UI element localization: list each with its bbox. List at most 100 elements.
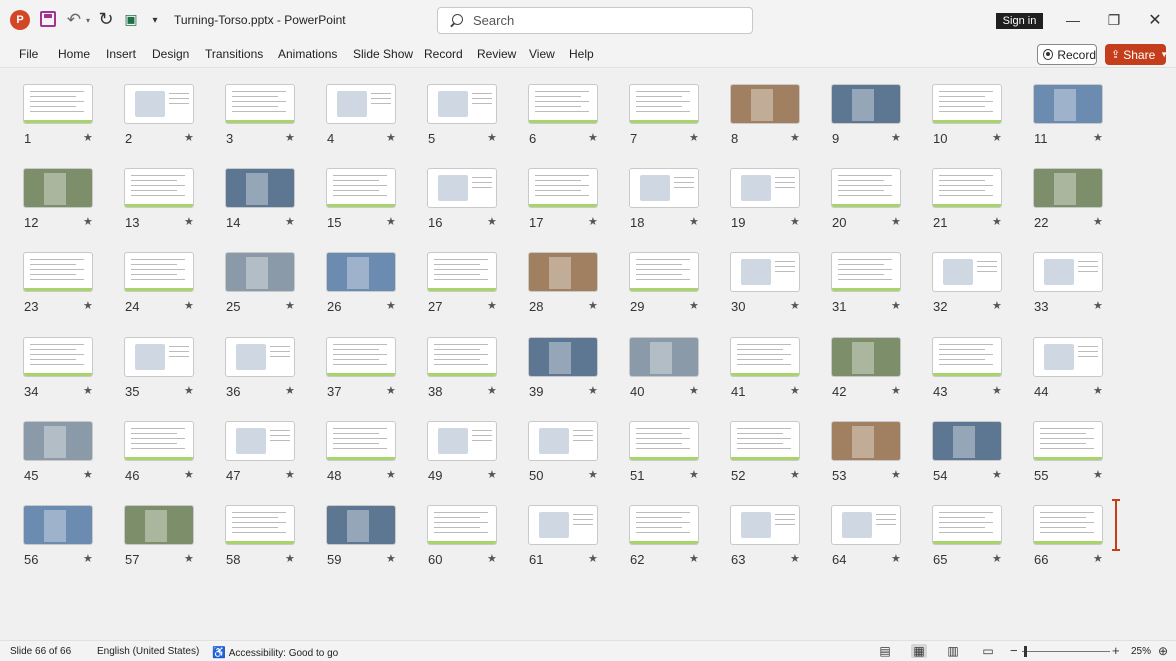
slide-thumbnail[interactable]: 43 ★ xyxy=(932,337,1022,399)
slide-thumbnail[interactable]: 5 ★ xyxy=(427,84,517,146)
animation-star-icon[interactable]: ★ xyxy=(1093,131,1103,144)
animation-star-icon[interactable]: ★ xyxy=(1093,552,1103,565)
animation-star-icon[interactable]: ★ xyxy=(790,468,800,481)
animation-star-icon[interactable]: ★ xyxy=(386,384,396,397)
tab-file[interactable]: File xyxy=(19,47,38,61)
slide-preview[interactable] xyxy=(629,84,699,124)
slide-preview[interactable] xyxy=(23,505,93,545)
slide-thumbnail[interactable]: 28 ★ xyxy=(528,252,618,314)
slide-preview[interactable] xyxy=(528,168,598,208)
slide-preview[interactable] xyxy=(932,252,1002,292)
animation-star-icon[interactable]: ★ xyxy=(285,299,295,312)
redo-icon[interactable]: ↻ xyxy=(96,9,116,29)
animation-star-icon[interactable]: ★ xyxy=(992,131,1002,144)
tab-record[interactable]: Record xyxy=(424,47,463,61)
slide-thumbnail[interactable]: 57 ★ xyxy=(124,505,214,567)
animation-star-icon[interactable]: ★ xyxy=(588,131,598,144)
slide-preview[interactable] xyxy=(528,505,598,545)
slide-thumbnail[interactable]: 58 ★ xyxy=(225,505,315,567)
tab-transitions[interactable]: Transitions xyxy=(205,47,263,61)
slide-preview[interactable] xyxy=(225,168,295,208)
tab-design[interactable]: Design xyxy=(152,47,189,61)
animation-star-icon[interactable]: ★ xyxy=(386,299,396,312)
slide-thumbnail[interactable]: 23 ★ xyxy=(23,252,113,314)
slide-preview[interactable] xyxy=(427,337,497,377)
slide-thumbnail[interactable]: 54 ★ xyxy=(932,421,1022,483)
slide-thumbnail[interactable]: 48 ★ xyxy=(326,421,416,483)
animation-star-icon[interactable]: ★ xyxy=(588,552,598,565)
slide-preview[interactable] xyxy=(1033,84,1103,124)
animation-star-icon[interactable]: ★ xyxy=(285,384,295,397)
animation-star-icon[interactable]: ★ xyxy=(83,384,93,397)
animation-star-icon[interactable]: ★ xyxy=(487,384,497,397)
slide-thumbnail[interactable]: 66 ★ xyxy=(1033,505,1123,567)
slide-preview[interactable] xyxy=(124,337,194,377)
animation-star-icon[interactable]: ★ xyxy=(790,299,800,312)
slide-preview[interactable] xyxy=(528,84,598,124)
animation-star-icon[interactable]: ★ xyxy=(386,131,396,144)
slide-preview[interactable] xyxy=(23,168,93,208)
slide-preview[interactable] xyxy=(730,337,800,377)
search-input[interactable] xyxy=(473,13,743,28)
slide-preview[interactable] xyxy=(124,421,194,461)
share-button[interactable]: ⇪ Share ▼ xyxy=(1105,44,1168,65)
slide-thumbnail[interactable]: 65 ★ xyxy=(932,505,1022,567)
slide-preview[interactable] xyxy=(225,505,295,545)
animation-star-icon[interactable]: ★ xyxy=(891,131,901,144)
animation-star-icon[interactable]: ★ xyxy=(689,384,699,397)
slide-thumbnail[interactable]: 52 ★ xyxy=(730,421,820,483)
slide-preview[interactable] xyxy=(427,168,497,208)
slide-preview[interactable] xyxy=(23,252,93,292)
slide-thumbnail[interactable]: 56 ★ xyxy=(23,505,113,567)
animation-star-icon[interactable]: ★ xyxy=(689,552,699,565)
slide-thumbnail[interactable]: 7 ★ xyxy=(629,84,719,146)
slide-thumbnail[interactable]: 41 ★ xyxy=(730,337,820,399)
slide-preview[interactable] xyxy=(831,168,901,208)
zoom-slider[interactable] xyxy=(1022,651,1110,652)
slide-preview[interactable] xyxy=(730,252,800,292)
accessibility-status[interactable]: ♿ Accessibility: Good to go xyxy=(212,646,338,659)
slide-preview[interactable] xyxy=(528,421,598,461)
slide-preview[interactable] xyxy=(427,421,497,461)
animation-star-icon[interactable]: ★ xyxy=(83,552,93,565)
slide-preview[interactable] xyxy=(932,84,1002,124)
slide-thumbnail[interactable]: 59 ★ xyxy=(326,505,416,567)
animation-star-icon[interactable]: ★ xyxy=(891,468,901,481)
animation-star-icon[interactable]: ★ xyxy=(891,215,901,228)
slide-preview[interactable] xyxy=(1033,252,1103,292)
slide-preview[interactable] xyxy=(932,337,1002,377)
animation-star-icon[interactable]: ★ xyxy=(83,468,93,481)
animation-star-icon[interactable]: ★ xyxy=(588,299,598,312)
slide-preview[interactable] xyxy=(427,252,497,292)
tab-animations[interactable]: Animations xyxy=(278,47,337,61)
slide-thumbnail[interactable]: 61 ★ xyxy=(528,505,618,567)
slide-preview[interactable] xyxy=(427,505,497,545)
slide-preview[interactable] xyxy=(831,337,901,377)
slide-thumbnail[interactable]: 62 ★ xyxy=(629,505,719,567)
animation-star-icon[interactable]: ★ xyxy=(1093,299,1103,312)
tab-slide-show[interactable]: Slide Show xyxy=(353,47,413,61)
animation-star-icon[interactable]: ★ xyxy=(83,299,93,312)
animation-star-icon[interactable]: ★ xyxy=(992,468,1002,481)
animation-star-icon[interactable]: ★ xyxy=(487,299,497,312)
slide-preview[interactable] xyxy=(730,505,800,545)
slide-preview[interactable] xyxy=(1033,337,1103,377)
slide-thumbnail[interactable]: 21 ★ xyxy=(932,168,1022,230)
tab-home[interactable]: Home xyxy=(58,47,90,61)
slide-thumbnail[interactable]: 32 ★ xyxy=(932,252,1022,314)
animation-star-icon[interactable]: ★ xyxy=(1093,468,1103,481)
slide-preview[interactable] xyxy=(932,421,1002,461)
slide-thumbnail[interactable]: 36 ★ xyxy=(225,337,315,399)
animation-star-icon[interactable]: ★ xyxy=(992,384,1002,397)
slide-thumbnail[interactable]: 29 ★ xyxy=(629,252,719,314)
restore-button[interactable]: ❐ xyxy=(1099,8,1129,32)
customize-toolbar-icon[interactable]: ▾ xyxy=(150,12,160,28)
record-button[interactable]: Record xyxy=(1037,44,1097,65)
animation-star-icon[interactable]: ★ xyxy=(588,468,598,481)
slide-thumbnail[interactable]: 27 ★ xyxy=(427,252,517,314)
slide-thumbnail[interactable]: 38 ★ xyxy=(427,337,517,399)
undo-icon[interactable]: ↶ xyxy=(64,10,84,30)
animation-star-icon[interactable]: ★ xyxy=(689,215,699,228)
zoom-in-button[interactable]: + xyxy=(1112,643,1120,658)
present-icon[interactable]: ▣ xyxy=(122,10,140,28)
